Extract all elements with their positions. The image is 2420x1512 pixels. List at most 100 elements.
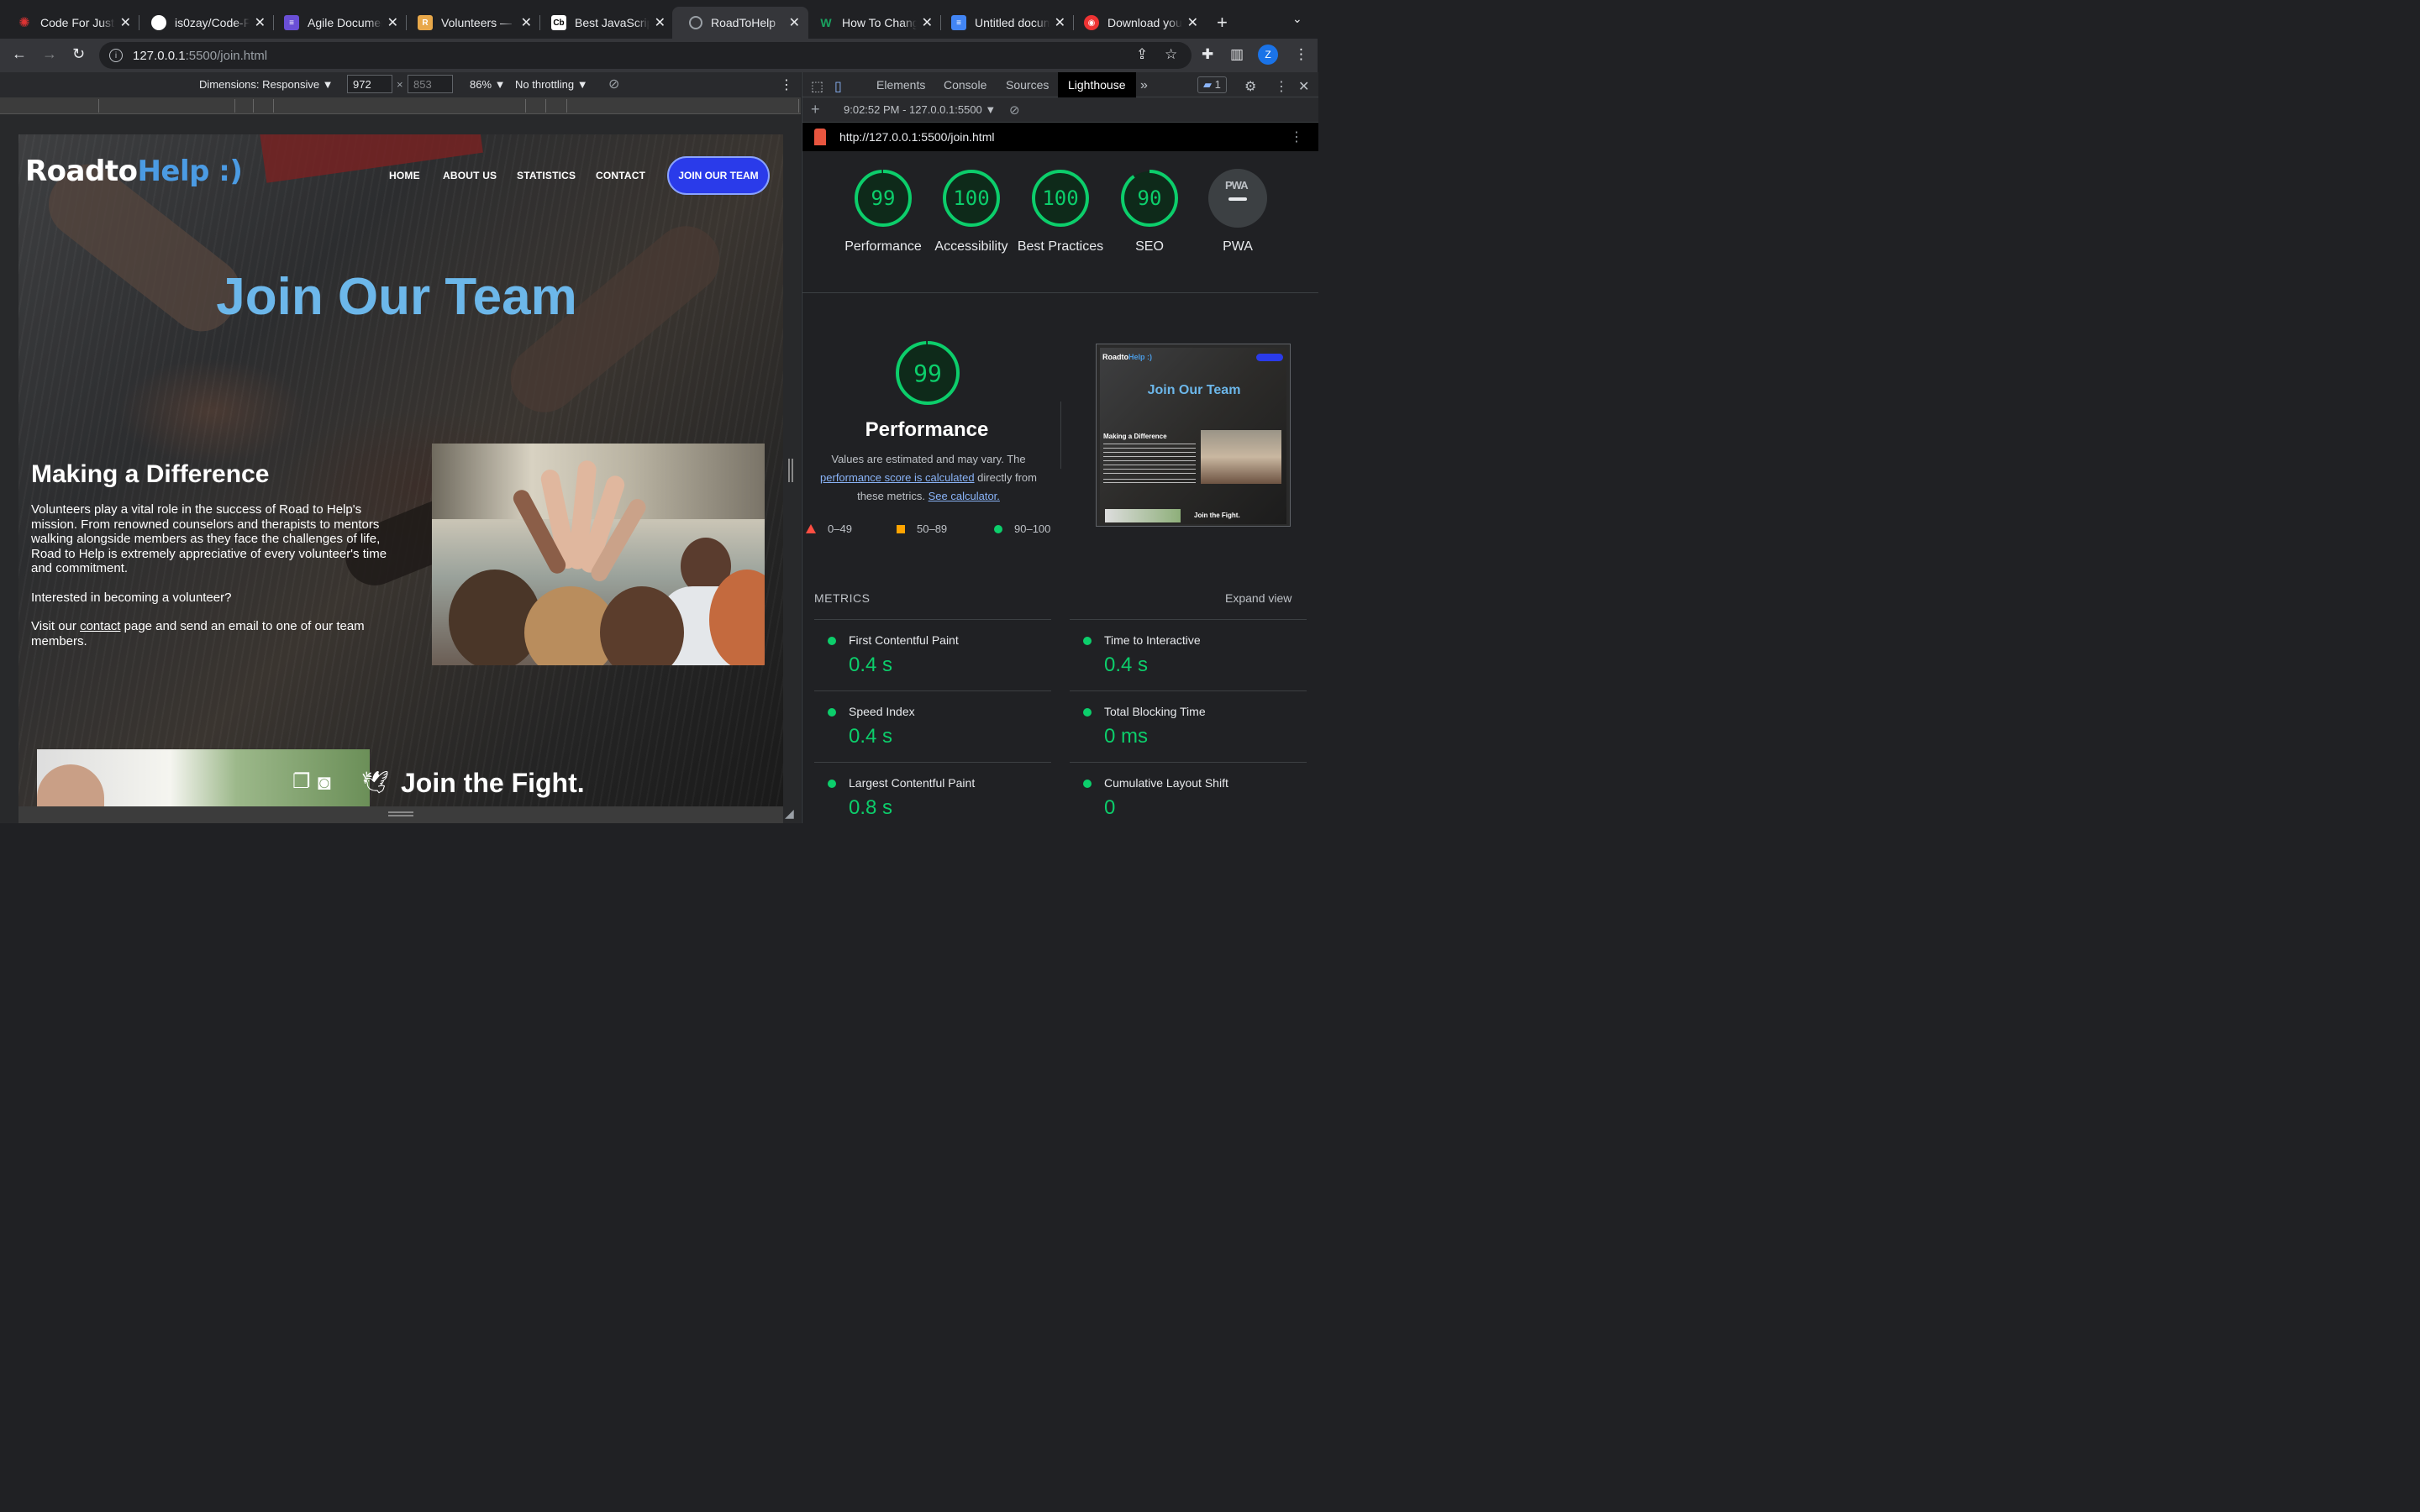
twitter-icon[interactable]: 🕊 [361, 769, 389, 795]
close-icon[interactable]: ✕ [655, 14, 666, 31]
pass-dot-icon [1083, 637, 1092, 645]
see-calculator-link[interactable]: See calculator. [929, 490, 1000, 502]
tab-title: How To Change [842, 16, 917, 29]
legend-pass: 90–100 [994, 522, 1050, 535]
score-gauge[interactable]: 90 [1120, 169, 1179, 228]
score-gauge[interactable]: 100 [942, 169, 1001, 228]
metric-item: Total Blocking Time 0 ms [1070, 690, 1307, 761]
profile-avatar[interactable]: Z [1258, 45, 1278, 65]
close-icon[interactable]: ✕ [521, 14, 532, 31]
nav-about-us[interactable]: ABOUT US [443, 170, 497, 181]
making-a-difference-section: Making a Difference Volunteers play a vi… [31, 460, 392, 663]
pass-dot-icon [828, 637, 836, 645]
orange-square-icon [897, 524, 905, 533]
metric-label: Total Blocking Time [1104, 705, 1206, 718]
browser-menu-icon[interactable]: ⋮ [1294, 46, 1308, 63]
red-triangle-icon [806, 524, 816, 533]
inspect-element-icon[interactable]: ⬚ [811, 78, 823, 95]
browser-tab[interactable]: ◉ Download your ✕ [1067, 7, 1207, 39]
contact-link[interactable]: contact [80, 619, 120, 633]
lighthouse-toolbar: + 9:02:52 PM - 127.0.0.1:5500 ▼ ⊘ [802, 97, 1318, 123]
document-icon: ≡ [284, 15, 299, 30]
instagram-icon[interactable]: ◙ [318, 769, 331, 795]
tab-title: is0zay/Code-For-Justice [175, 16, 250, 29]
tab-sources[interactable]: Sources [1006, 78, 1049, 92]
expand-view-toggle[interactable]: Expand view [1225, 591, 1292, 605]
forward-arrow-icon[interactable]: → [42, 45, 57, 63]
metric-label: Largest Contentful Paint [849, 776, 976, 790]
address-bar[interactable]: i 127.0.0.1:5500/join.html [99, 42, 1192, 69]
new-report-plus-icon[interactable]: + [811, 101, 820, 118]
media-query-ruler[interactable] [0, 97, 801, 114]
close-icon[interactable]: ✕ [1187, 14, 1198, 31]
corner-resize-icon[interactable]: ◢ [785, 806, 794, 821]
site-logo[interactable]: RoadtoHelp :) [25, 155, 243, 188]
score-label: PWA [1223, 239, 1253, 254]
side-resize-handle-icon[interactable] [788, 459, 793, 482]
final-screenshot-thumbnail[interactable]: RoadtoHelp :) Join Our Team Making a Dif… [1096, 344, 1291, 527]
browser-tab-active[interactable]: RoadToHelp ✕ [672, 7, 808, 39]
throttling-dropdown[interactable]: No throttling ▼ [515, 78, 588, 91]
report-url[interactable]: http://127.0.0.1:5500/join.html [839, 130, 994, 144]
join-our-team-button[interactable]: JOIN OUR TEAM [667, 156, 770, 195]
reload-icon[interactable]: ↻ [72, 45, 85, 63]
browser-tab[interactable]: is0zay/Code-For-Justice ✕ [134, 7, 274, 39]
score-gauge[interactable]: 100 [1031, 169, 1090, 228]
tab-console[interactable]: Console [944, 78, 986, 92]
zoom-dropdown[interactable]: 86% ▼ [470, 78, 506, 91]
lighthouse-icon [814, 129, 826, 145]
viewport-width-input[interactable]: 972 [347, 75, 392, 93]
settings-gear-icon[interactable]: ⚙ [1244, 78, 1256, 95]
tab-lighthouse[interactable]: Lighthouse [1058, 72, 1136, 97]
extensions-puzzle-icon[interactable]: ✚ [1202, 46, 1213, 63]
score-calculated-link[interactable]: performance score is calculated [820, 471, 975, 484]
browser-tab[interactable]: ≡ Untitled document ✕ [934, 7, 1074, 39]
more-options-icon[interactable]: ⋮ [780, 76, 793, 93]
close-icon[interactable]: ✕ [789, 14, 800, 31]
bookmark-star-icon[interactable]: ☆ [1165, 46, 1177, 63]
browser-tab[interactable]: Cb Best JavaScript ✕ [534, 7, 674, 39]
device-toggle-icon[interactable]: ▯ [834, 78, 842, 95]
browser-tab[interactable]: W How To Change ✕ [802, 7, 941, 39]
new-tab-plus-icon[interactable]: + [1217, 12, 1228, 34]
dimensions-dropdown[interactable]: Dimensions: Responsive ▼ [199, 78, 334, 91]
back-arrow-icon[interactable]: ← [12, 45, 27, 63]
clear-reports-icon[interactable]: ⊘ [1009, 102, 1020, 118]
rotate-icon[interactable]: ⊘ [608, 76, 619, 92]
score-gauge[interactable]: 99 [854, 169, 913, 228]
bottom-resize-handle-icon[interactable] [388, 811, 413, 816]
nav-contact[interactable]: CONTACT [596, 170, 645, 181]
side-panel-icon[interactable]: ▥ [1230, 46, 1244, 63]
share-icon[interactable]: ⇪ [1136, 46, 1148, 63]
browser-tab[interactable]: R Volunteers — Road to Help ✕ [401, 7, 540, 39]
devtools-menu-icon[interactable]: ⋮ [1275, 78, 1288, 95]
legend-average: 50–89 [897, 522, 947, 535]
browser-tab[interactable]: ✺ Code For Justice ✕ [0, 7, 139, 39]
facebook-icon[interactable]: ❐ [292, 769, 311, 794]
close-icon[interactable]: ✕ [387, 14, 398, 31]
close-devtools-icon[interactable]: ✕ [1298, 78, 1309, 95]
tab-search-chevron-icon[interactable]: ⌄ [1292, 12, 1302, 26]
performance-title: Performance [865, 418, 989, 441]
site-info-icon[interactable]: i [109, 49, 123, 62]
metric-value: 0.4 s [1104, 654, 1149, 676]
report-menu-icon[interactable]: ⋮ [1290, 129, 1303, 145]
pwa-gauge[interactable]: PWA [1208, 169, 1267, 228]
close-icon[interactable]: ✕ [120, 14, 131, 31]
report-selector[interactable]: 9:02:52 PM - 127.0.0.1:5500 ▼ [844, 103, 996, 116]
metric-item: Cumulative Layout Shift 0 [1070, 762, 1307, 832]
issues-badge[interactable]: ▰ 1 [1197, 76, 1227, 93]
join-the-fight-heading: Join the Fight. [401, 768, 585, 798]
close-icon[interactable]: ✕ [255, 14, 266, 31]
score-value: 100 [1042, 186, 1079, 210]
close-icon[interactable]: ✕ [922, 14, 933, 31]
emulated-viewport: RoadtoHelp :) HOME ABOUT US STATISTICS C… [0, 114, 801, 823]
tab-elements[interactable]: Elements [876, 78, 925, 92]
viewport-height-input[interactable]: 853 [408, 75, 453, 93]
github-icon [151, 15, 166, 30]
close-icon[interactable]: ✕ [1055, 14, 1065, 31]
nav-statistics[interactable]: STATISTICS [517, 170, 576, 181]
nav-home[interactable]: HOME [389, 170, 420, 181]
browser-tab[interactable]: ≡ Agile Document ✕ [267, 7, 407, 39]
more-tabs-chevron-icon[interactable]: » [1140, 78, 1148, 93]
